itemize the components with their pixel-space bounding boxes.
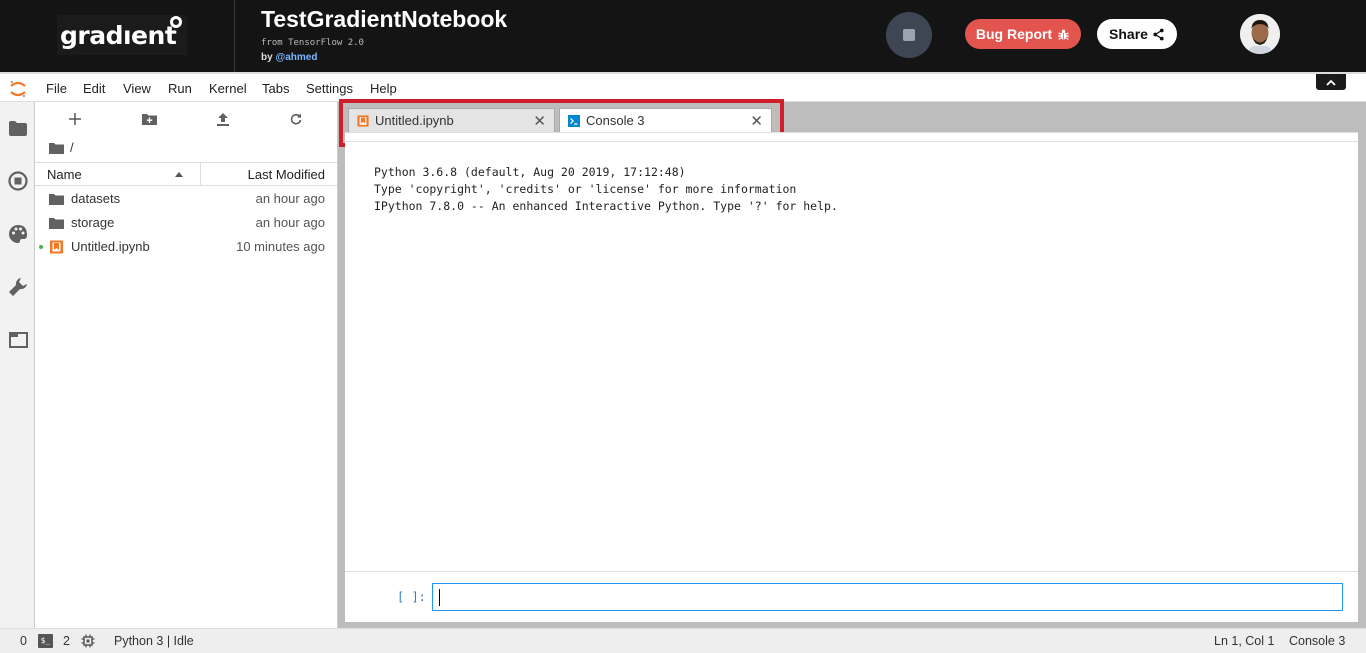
refresh-button[interactable] xyxy=(286,110,306,128)
new-launcher-button[interactable] xyxy=(65,110,85,128)
author-link[interactable]: @ahmed xyxy=(275,52,317,63)
tab-bar: Untitled.ipynb ✕ Console 3 ✕ xyxy=(338,99,1366,147)
plus-icon xyxy=(69,113,81,125)
new-folder-button[interactable] xyxy=(139,110,159,128)
menu-file[interactable]: File xyxy=(46,81,67,96)
menu-help[interactable]: Help xyxy=(370,81,397,96)
breadcrumb: / xyxy=(49,140,74,155)
file-browser-tab-icon[interactable] xyxy=(8,118,28,138)
menu-kernel[interactable]: Kernel xyxy=(209,81,247,96)
running-indicator xyxy=(39,245,43,249)
kernel-cpu-icon[interactable] xyxy=(81,634,95,648)
column-modified-header[interactable]: Last Modified xyxy=(248,167,325,182)
console-banner-line: Type 'copyright', 'credits' or 'license'… xyxy=(374,182,797,196)
console-input[interactable] xyxy=(432,583,1343,611)
stop-notebook-button[interactable] xyxy=(886,12,932,58)
share-icon xyxy=(1153,28,1164,40)
wrench-icon[interactable] xyxy=(8,277,28,297)
file-modified: 10 minutes ago xyxy=(236,239,325,254)
file-modified: an hour ago xyxy=(255,215,325,230)
stop-icon xyxy=(903,29,915,41)
console-banner-line: Python 3.6.8 (default, Aug 20 2019, 17:1… xyxy=(374,165,686,179)
share-label: Share xyxy=(1109,26,1148,42)
console-output: Python 3.6.8 (default, Aug 20 2019, 17:1… xyxy=(374,164,838,215)
cursor-position[interactable]: Ln 1, Col 1 xyxy=(1214,634,1274,648)
file-name: Untitled.ipynb xyxy=(71,239,150,254)
kernel-status[interactable]: Python 3 | Idle xyxy=(114,634,194,648)
terminal-icon[interactable]: $_ xyxy=(38,634,53,648)
header-divider xyxy=(234,0,235,72)
file-name: storage xyxy=(71,215,115,230)
column-separator xyxy=(200,163,201,185)
menu-run[interactable]: Run xyxy=(168,81,192,96)
sort-ascending-icon xyxy=(175,172,183,177)
bug-report-button[interactable]: Bug Report xyxy=(965,19,1081,49)
tabs-panel-icon[interactable] xyxy=(8,330,28,350)
upload-button[interactable] xyxy=(213,110,233,128)
file-name: datasets xyxy=(71,191,121,206)
palette-icon[interactable] xyxy=(8,224,28,244)
file-modified: an hour ago xyxy=(255,191,325,206)
avatar-image xyxy=(1240,14,1280,54)
status-count-left[interactable]: 0 xyxy=(20,634,27,648)
refresh-icon xyxy=(290,113,302,125)
upload-icon xyxy=(217,112,229,126)
menu-bar: File Edit View Run Kernel Tabs Settings … xyxy=(0,72,1366,102)
author-prefix: by xyxy=(261,52,273,63)
notebook-title: TestGradientNotebook xyxy=(261,6,508,32)
bug-report-label: Bug Report xyxy=(975,26,1053,42)
file-browser-panel: / Name Last Modified datasets an hour ag… xyxy=(35,102,338,628)
list-item[interactable]: Untitled.ipynb 10 minutes ago xyxy=(35,235,337,259)
console-banner-line: IPython 7.8.0 -- An enhanced Interactive… xyxy=(374,199,838,213)
status-bar: 0 $_ 2 Python 3 | Idle Ln 1, Col 1 Conso… xyxy=(0,628,1366,653)
chevron-up-icon xyxy=(1326,79,1336,86)
text-caret xyxy=(439,589,440,606)
active-document-name: Console 3 xyxy=(1289,634,1346,648)
notebook-icon xyxy=(50,240,63,254)
logo-ring-icon xyxy=(170,16,182,28)
menu-tabs[interactable]: Tabs xyxy=(262,81,289,96)
menu-settings[interactable]: Settings xyxy=(306,81,353,96)
menu-edit[interactable]: Edit xyxy=(83,81,105,96)
share-button[interactable]: Share xyxy=(1097,19,1177,49)
folder-icon xyxy=(49,218,64,229)
jupyter-logo-icon[interactable] xyxy=(8,79,28,99)
new-folder-icon xyxy=(141,114,157,125)
notebook-subtitle: from TensorFlow 2.0 xyxy=(261,38,364,48)
file-list-header: Name Last Modified xyxy=(35,162,337,186)
menu-view[interactable]: View xyxy=(123,81,151,96)
collapse-header-button[interactable] xyxy=(1316,74,1346,90)
console-prompt-area: [ ]: xyxy=(345,571,1358,623)
input-prompt-label: [ ]: xyxy=(397,590,426,604)
user-avatar[interactable] xyxy=(1240,14,1280,54)
folder-icon xyxy=(49,194,64,205)
running-sessions-icon[interactable] xyxy=(8,171,28,191)
left-activity-bar xyxy=(0,102,35,628)
list-item[interactable]: datasets an hour ago xyxy=(35,187,337,211)
notebook-author: by @ahmed xyxy=(261,52,317,63)
list-item[interactable]: storage an hour ago xyxy=(35,211,337,235)
terminals-count[interactable]: 2 xyxy=(63,634,70,648)
top-header: gradıent TestGradientNotebook from Tenso… xyxy=(0,0,1366,72)
gradient-logo[interactable]: gradıent xyxy=(57,15,187,55)
main-dock-area: Untitled.ipynb ✕ Console 3 ✕ Python 3.6.… xyxy=(338,99,1366,628)
console-panel: Python 3.6.8 (default, Aug 20 2019, 17:1… xyxy=(345,132,1358,622)
console-divider xyxy=(345,141,1358,142)
column-name-header[interactable]: Name xyxy=(47,167,82,182)
bug-icon xyxy=(1058,29,1069,40)
home-folder-icon[interactable] xyxy=(49,142,64,154)
breadcrumb-path[interactable]: / xyxy=(70,140,74,155)
logo-text: gradıent xyxy=(60,20,177,50)
